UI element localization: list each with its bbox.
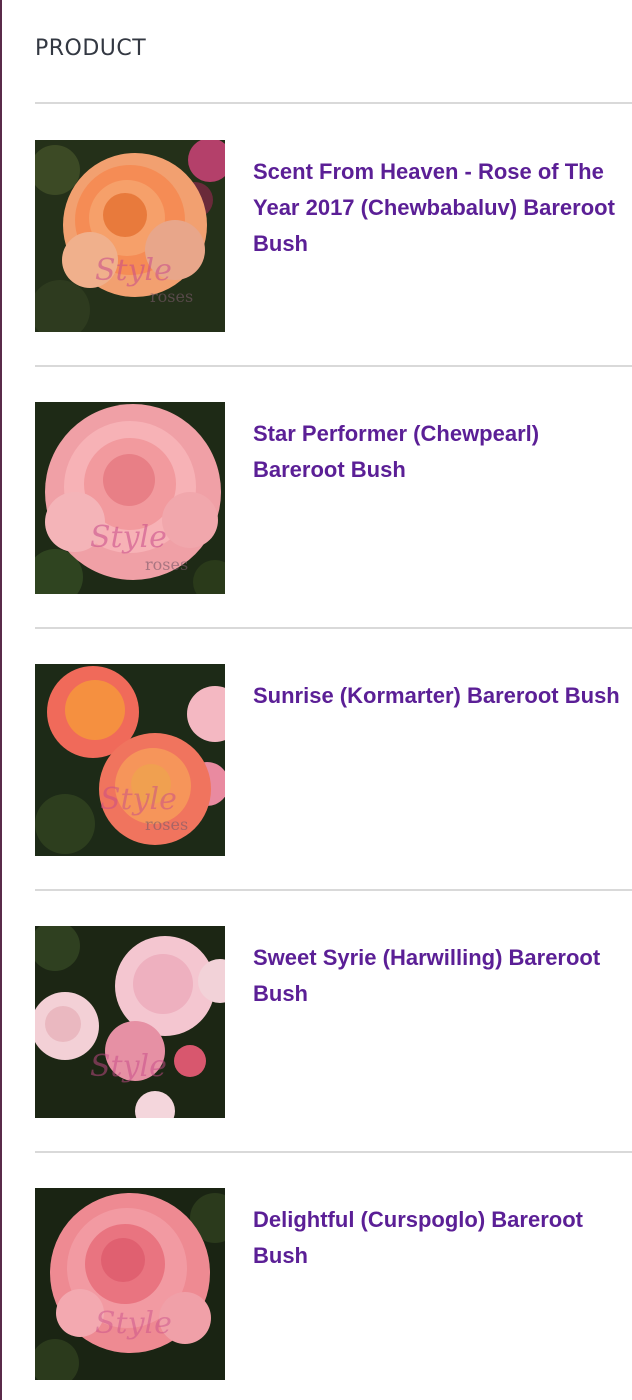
product-thumbnail[interactable]: Style roses [35,664,225,856]
svg-text:Style: Style [95,253,172,288]
pale-pink-rose-image: Style [35,926,225,1118]
orange-rose-image: Style roses [35,140,225,332]
product-row: Style roses Sunrise (Kormarter) Bareroot… [35,664,632,856]
product-row: Style roses Star Performer (Chewpearl) B… [35,402,632,594]
svg-text:Style: Style [90,520,167,555]
product-title-link[interactable]: Sweet Syrie (Harwilling) Bareroot Bush [253,940,623,1012]
svg-text:roses: roses [145,815,188,834]
row-divider [35,365,632,367]
product-list-page: PRODUCT Style roses Scent From Heaven - … [0,0,632,1400]
product-title-link[interactable]: Scent From Heaven - Rose of The Year 201… [253,154,623,262]
svg-text:Style: Style [90,1049,167,1084]
svg-text:Style: Style [95,1306,172,1341]
left-edge-border [0,0,2,1400]
product-row: Style roses Scent From Heaven - Rose of … [35,140,632,332]
product-column-header: PRODUCT [35,36,147,61]
salmon-pink-rose-image: Style [35,1188,225,1380]
product-thumbnail[interactable]: Style [35,1188,225,1380]
product-row: Style Sweet Syrie (Harwilling) Bareroot … [35,926,632,1118]
product-title-link[interactable]: Sunrise (Kormarter) Bareroot Bush [253,678,623,714]
row-divider [35,627,632,629]
row-divider [35,1151,632,1153]
svg-text:roses: roses [145,555,188,574]
header-divider [35,102,632,104]
product-thumbnail[interactable]: Style roses [35,140,225,332]
row-divider [35,889,632,891]
product-title-link[interactable]: Star Performer (Chewpearl) Bareroot Bush [253,416,623,488]
product-thumbnail[interactable]: Style [35,926,225,1118]
coral-rose-image: Style roses [35,664,225,856]
product-thumbnail[interactable]: Style roses [35,402,225,594]
svg-text:roses: roses [150,287,193,306]
pink-rose-image: Style roses [35,402,225,594]
svg-text:Style: Style [100,782,177,817]
product-row: Style Delightful (Curspoglo) Bareroot Bu… [35,1188,632,1380]
product-title-link[interactable]: Delightful (Curspoglo) Bareroot Bush [253,1202,623,1274]
